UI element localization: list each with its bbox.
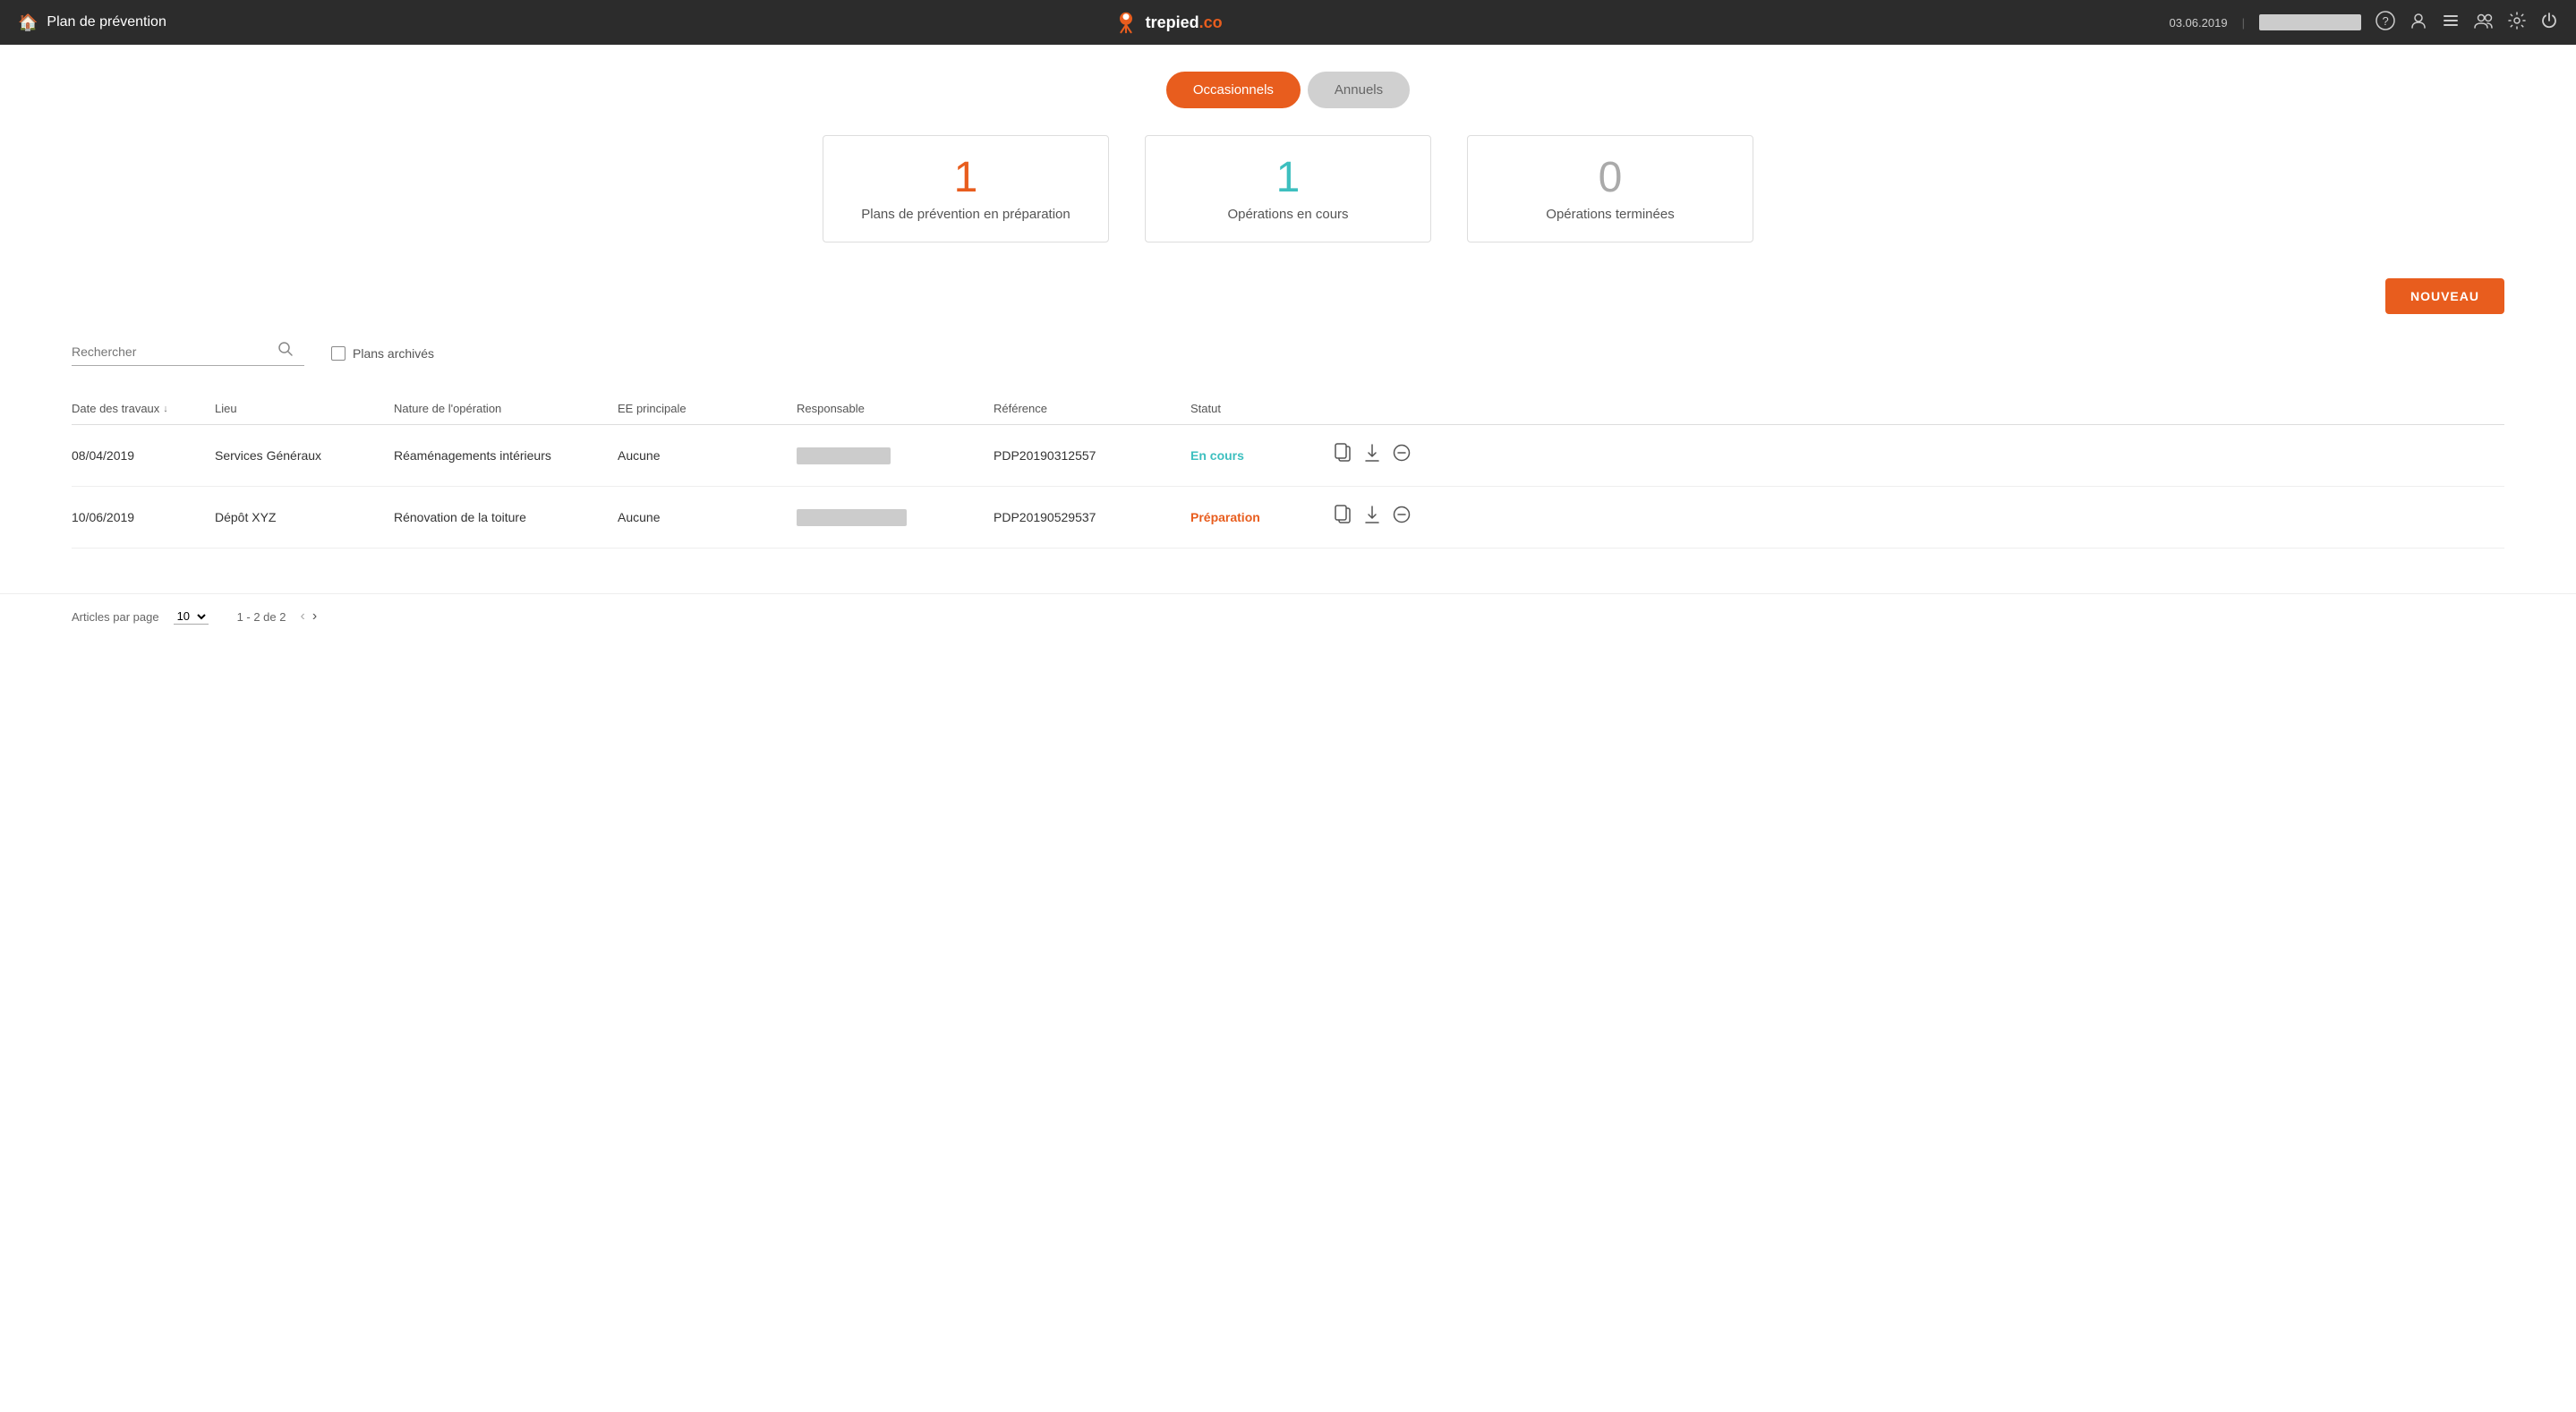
per-page-label: Articles par page	[72, 610, 159, 624]
stat-number-terminees: 0	[1599, 157, 1623, 200]
header-left: 🏠 Plan de prévention	[18, 13, 166, 32]
power-icon[interactable]	[2540, 12, 2558, 34]
list-icon[interactable]	[2442, 12, 2460, 34]
cell-reference-1: PDP20190529537	[994, 510, 1190, 524]
search-icon	[277, 341, 294, 362]
responsable-blurred-1: ████████████	[797, 509, 907, 526]
logo-name: trepied.co	[1146, 13, 1223, 32]
table-container: Date des travaux ↓ Lieu Nature de l'opér…	[72, 393, 2504, 549]
table-row: 10/06/2019 Dépôt XYZ Rénovation de la to…	[72, 487, 2504, 549]
col-header-lieu: Lieu	[215, 402, 394, 415]
header-right: 03.06.2019 | ████████████ ?	[2169, 11, 2558, 35]
col-header-nature: Nature de l'opération	[394, 402, 618, 415]
tab-annuels[interactable]: Annuels	[1308, 72, 1410, 108]
status-badge-0: En cours	[1190, 448, 1244, 463]
sort-arrow-date: ↓	[163, 404, 168, 414]
main-content: Occasionnels Annuels 1 Plans de préventi…	[0, 45, 2576, 575]
search-box	[72, 341, 304, 366]
col-header-actions	[1334, 402, 1423, 415]
col-header-statut: Statut	[1190, 402, 1334, 415]
cell-date-0: 08/04/2019	[72, 448, 215, 463]
group-icon[interactable]	[2474, 12, 2494, 34]
prev-page-button[interactable]: ‹	[301, 608, 305, 625]
page-nav: ‹ ›	[301, 608, 318, 625]
status-badge-1: Préparation	[1190, 510, 1260, 524]
next-page-button[interactable]: ›	[312, 608, 317, 625]
stat-label-encours: Opérations en cours	[1227, 207, 1348, 222]
footer: Articles par page 10 25 50 1 - 2 de 2 ‹ …	[0, 593, 2576, 639]
cell-ee-0: Aucune	[618, 448, 797, 463]
download-icon-1[interactable]	[1364, 505, 1380, 530]
cell-statut-1: Préparation	[1190, 510, 1334, 524]
help-icon[interactable]: ?	[2376, 11, 2395, 35]
remove-icon-1[interactable]	[1393, 506, 1411, 529]
tabs-container: Occasionnels Annuels	[72, 72, 2504, 108]
header-separator: |	[2242, 16, 2245, 30]
col-date-label: Date des travaux	[72, 402, 159, 415]
col-statut-label: Statut	[1190, 402, 1221, 415]
col-header-reference: Référence	[994, 402, 1190, 415]
col-nature-label: Nature de l'opération	[394, 402, 501, 415]
stat-number-encours: 1	[1276, 157, 1301, 200]
header-user-blurred: ████████████	[2259, 14, 2361, 30]
search-row: Plans archivés	[72, 341, 2504, 366]
stat-label-terminees: Opérations terminées	[1546, 207, 1674, 222]
stat-card-preparation: 1 Plans de prévention en préparation	[823, 135, 1109, 242]
tab-occasionnels[interactable]: Occasionnels	[1166, 72, 1301, 108]
home-icon[interactable]: 🏠	[18, 13, 38, 32]
responsable-blurred-0: Sébastien Giery	[797, 447, 891, 464]
page-info: 1 - 2 de 2	[237, 610, 286, 624]
remove-icon-0[interactable]	[1393, 444, 1411, 467]
archive-checkbox[interactable]	[331, 346, 345, 361]
settings-icon[interactable]	[2508, 12, 2526, 34]
table-header: Date des travaux ↓ Lieu Nature de l'opér…	[72, 393, 2504, 425]
cell-statut-0: En cours	[1190, 448, 1334, 463]
stat-number-preparation: 1	[954, 157, 978, 200]
cell-responsable-0: Sébastien Giery	[797, 448, 994, 463]
download-icon-0[interactable]	[1364, 443, 1380, 468]
cell-ee-1: Aucune	[618, 510, 797, 524]
logo-icon	[1113, 10, 1139, 35]
page-title: Plan de prévention	[47, 14, 166, 30]
header-date: 03.06.2019	[2169, 16, 2227, 30]
stat-label-preparation: Plans de prévention en préparation	[861, 207, 1070, 222]
cell-responsable-1: ████████████	[797, 510, 994, 524]
header: 🏠 Plan de prévention trepied.co 03.06.20…	[0, 0, 2576, 45]
col-responsable-label: Responsable	[797, 402, 865, 415]
col-header-ee: EE principale	[618, 402, 797, 415]
nouveau-row: NOUVEAU	[72, 278, 2504, 314]
stat-card-encours: 1 Opérations en cours	[1145, 135, 1431, 242]
copy-icon-0[interactable]	[1334, 443, 1352, 468]
header-center: trepied.co	[1113, 10, 1223, 35]
stat-card-terminees: 0 Opérations terminées	[1467, 135, 1753, 242]
user-icon[interactable]	[2410, 12, 2427, 34]
archive-label-text: Plans archivés	[353, 346, 434, 361]
cell-reference-0: PDP20190312557	[994, 448, 1190, 463]
search-input[interactable]	[72, 344, 277, 359]
col-header-responsable: Responsable	[797, 402, 994, 415]
table-row: 08/04/2019 Services Généraux Réaménageme…	[72, 425, 2504, 487]
per-page-select[interactable]: 10 25 50	[174, 608, 209, 625]
cell-nature-1: Rénovation de la toiture	[394, 510, 618, 524]
archive-checkbox-label[interactable]: Plans archivés	[331, 346, 434, 361]
svg-text:?: ?	[2382, 14, 2388, 28]
col-ee-label: EE principale	[618, 402, 687, 415]
col-reference-label: Référence	[994, 402, 1047, 415]
cell-date-1: 10/06/2019	[72, 510, 215, 524]
stats-row: 1 Plans de prévention en préparation 1 O…	[72, 135, 2504, 242]
cell-nature-0: Réaménagements intérieurs	[394, 448, 618, 463]
col-header-date[interactable]: Date des travaux ↓	[72, 402, 215, 415]
col-lieu-label: Lieu	[215, 402, 237, 415]
row-actions-1	[1334, 505, 1423, 530]
copy-icon-1[interactable]	[1334, 505, 1352, 530]
cell-lieu-0: Services Généraux	[215, 448, 394, 463]
cell-lieu-1: Dépôt XYZ	[215, 510, 394, 524]
nouveau-button[interactable]: NOUVEAU	[2385, 278, 2504, 314]
row-actions-0	[1334, 443, 1423, 468]
